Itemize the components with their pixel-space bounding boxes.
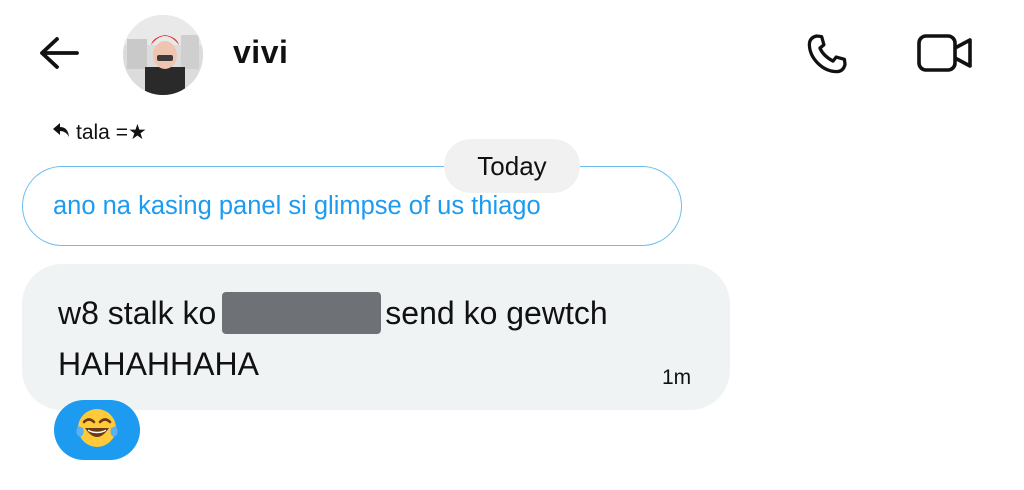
reply-arrow-icon xyxy=(52,121,70,145)
message-timestamp: 1m xyxy=(662,366,692,389)
video-call-button[interactable] xyxy=(912,30,978,80)
voice-call-button[interactable] xyxy=(800,30,854,82)
redaction-block xyxy=(222,292,382,334)
avatar-image xyxy=(123,15,203,95)
reaction-badge[interactable] xyxy=(54,400,140,460)
conversation-username[interactable]: vivi xyxy=(233,34,288,71)
back-button[interactable] xyxy=(30,30,86,80)
message-line-1: w8 stalk ko send ko gewtch xyxy=(58,292,608,334)
back-arrow-icon xyxy=(35,36,81,75)
video-camera-icon xyxy=(916,32,974,79)
message-text-after-redaction: send ko gewtch xyxy=(385,294,608,331)
message-line-2: HAHAHHAHA xyxy=(58,346,259,382)
tears-of-joy-emoji-icon xyxy=(75,406,119,455)
phone-icon xyxy=(804,31,850,82)
date-divider: Today xyxy=(444,139,580,193)
message-bubble[interactable] xyxy=(22,264,730,410)
message-text-before-redaction: w8 stalk ko xyxy=(58,294,217,331)
quoted-message-text: ano na kasing panel si glimpse of us thi… xyxy=(53,191,541,220)
reply-to-label: tala =★ xyxy=(76,121,147,144)
reply-header: tala =★ xyxy=(52,120,147,145)
avatar[interactable] xyxy=(123,15,203,95)
quoted-message-bubble[interactable]: ano na kasing panel si glimpse of us thi… xyxy=(22,166,682,246)
